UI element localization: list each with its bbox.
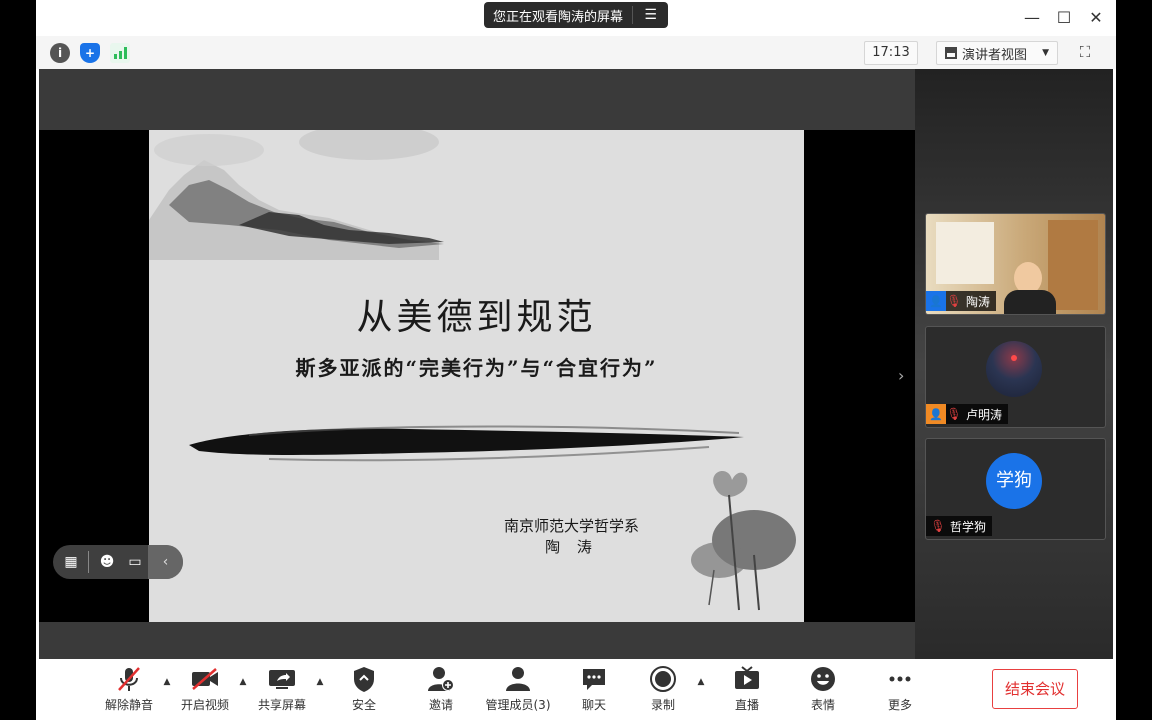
presentation-slide: 从美德到规范 斯多亚派的“完美行为”与“合宜行为” 南京师范大学哲学系 陶 涛 bbox=[149, 130, 804, 622]
participant-tile[interactable]: 学狗 🎙 哲学狗 bbox=[925, 438, 1106, 540]
participant-label: 🎙 哲学狗 bbox=[926, 516, 993, 536]
slide-institution: 南京师范大学哲学系 bbox=[503, 517, 639, 535]
security-label: 安全 bbox=[351, 698, 376, 712]
minimize-button[interactable]: — bbox=[1020, 6, 1044, 30]
share-screen-button[interactable]: 共享屏幕 bbox=[247, 664, 317, 713]
shield-icon bbox=[329, 664, 399, 694]
unmute-label: 解除静音 bbox=[104, 698, 153, 712]
layout-icon bbox=[945, 47, 957, 59]
end-meeting-button[interactable]: 结束会议 bbox=[992, 669, 1078, 709]
light-dot bbox=[1011, 355, 1017, 361]
view-mode-label: 演讲者视图 bbox=[962, 47, 1028, 63]
mic-muted-icon: 🎙 bbox=[930, 519, 946, 533]
members-icon bbox=[480, 664, 556, 694]
invite-button[interactable]: 邀请 bbox=[406, 664, 476, 713]
participant-label: 👤 🎙 卢明涛 bbox=[926, 404, 1009, 424]
mic-muted-icon bbox=[94, 664, 164, 694]
signal-icon[interactable] bbox=[110, 43, 130, 63]
manage-members-label: 管理成员(3) bbox=[485, 698, 551, 712]
avatar: 学狗 bbox=[986, 453, 1042, 509]
emoji-icon bbox=[788, 664, 858, 694]
participant-tile[interactable]: 👤 🎙 卢明涛 bbox=[925, 326, 1106, 428]
info-icon[interactable]: i bbox=[50, 43, 70, 63]
mic-muted-icon: 🎙 bbox=[946, 294, 962, 308]
close-button[interactable]: ✕ bbox=[1084, 6, 1108, 30]
participant-video-tile[interactable]: 👤 🎙 陶涛 bbox=[925, 213, 1106, 315]
ink-mountain-graphic bbox=[149, 130, 444, 260]
participant-name: 哲学狗 bbox=[950, 519, 987, 534]
unmute-button[interactable]: 解除静音 bbox=[94, 664, 164, 713]
record-button[interactable]: 录制 bbox=[628, 664, 698, 713]
add-user-icon bbox=[406, 664, 476, 694]
video-wall bbox=[936, 222, 994, 284]
user-icon: 👤 bbox=[926, 404, 946, 424]
record-icon bbox=[628, 664, 698, 694]
participant-name: 陶涛 bbox=[966, 294, 991, 309]
live-stream-icon bbox=[712, 664, 782, 694]
fullscreen-icon[interactable]: ⛶ bbox=[1074, 41, 1096, 63]
divider bbox=[88, 551, 89, 573]
apps-icon[interactable]: ▦ bbox=[62, 553, 80, 571]
avatar bbox=[986, 341, 1042, 397]
user-icon: 👤 bbox=[926, 291, 946, 311]
more-button[interactable]: 更多 bbox=[865, 664, 935, 713]
ink-lotus-graphic bbox=[691, 470, 796, 611]
video-door bbox=[1048, 220, 1098, 310]
share-status-banner[interactable]: 您正在观看陶涛的屏幕 ☰ bbox=[484, 2, 668, 28]
signal-bars bbox=[114, 47, 127, 59]
slide-subtitle: 斯多亚派的“完美行为”与“合宜行为” bbox=[295, 356, 658, 380]
chat-label: 聊天 bbox=[581, 698, 606, 712]
record-label: 录制 bbox=[650, 698, 675, 712]
reactions-label: 表情 bbox=[810, 698, 835, 712]
slide-author: 陶 涛 bbox=[545, 538, 598, 556]
participant-label: 👤 🎙 陶涛 bbox=[926, 291, 997, 311]
mic-muted-icon: 🎙 bbox=[946, 407, 962, 421]
manage-members-button[interactable]: 管理成员(3) bbox=[480, 664, 556, 713]
chat-icon bbox=[559, 664, 629, 694]
slide-title: 从美德到规范 bbox=[356, 297, 597, 338]
emoji-icon[interactable]: ☻ bbox=[98, 553, 116, 571]
maximize-button[interactable]: ☐ bbox=[1052, 6, 1076, 30]
start-video-button[interactable]: 开启视频 bbox=[170, 664, 240, 713]
shield-icon[interactable]: + bbox=[80, 43, 100, 63]
participant-name: 卢明涛 bbox=[966, 407, 1003, 422]
record-options-caret[interactable]: ▲ bbox=[696, 677, 706, 687]
share-status-text: 您正在观看陶涛的屏幕 bbox=[493, 9, 624, 25]
more-icon bbox=[865, 664, 935, 694]
invite-label: 邀请 bbox=[428, 698, 453, 712]
security-button[interactable]: 安全 bbox=[329, 664, 399, 713]
meeting-timer: 17:13 bbox=[864, 41, 918, 65]
menu-icon[interactable]: ☰ bbox=[633, 7, 668, 23]
chat-button[interactable]: 聊天 bbox=[559, 664, 629, 713]
more-label: 更多 bbox=[887, 698, 912, 712]
view-mode-select[interactable]: 演讲者视图 ▼ bbox=[936, 41, 1058, 65]
live-label: 直播 bbox=[734, 698, 759, 712]
reactions-button[interactable]: 表情 bbox=[788, 664, 858, 713]
chevron-right-icon[interactable]: › bbox=[898, 366, 914, 386]
video-off-icon bbox=[170, 664, 240, 694]
start-video-label: 开启视频 bbox=[180, 698, 229, 712]
collapse-button[interactable]: ‹ bbox=[148, 545, 183, 579]
chat-bubble-icon[interactable]: ▭ bbox=[126, 553, 144, 571]
ink-brush-stroke bbox=[189, 425, 744, 462]
share-screen-icon bbox=[247, 664, 317, 694]
share-options-caret[interactable]: ▲ bbox=[315, 677, 325, 687]
chevron-down-icon: ▼ bbox=[1042, 48, 1049, 58]
share-screen-label: 共享屏幕 bbox=[257, 698, 306, 712]
live-button[interactable]: 直播 bbox=[712, 664, 782, 713]
participant-body bbox=[1004, 290, 1056, 314]
